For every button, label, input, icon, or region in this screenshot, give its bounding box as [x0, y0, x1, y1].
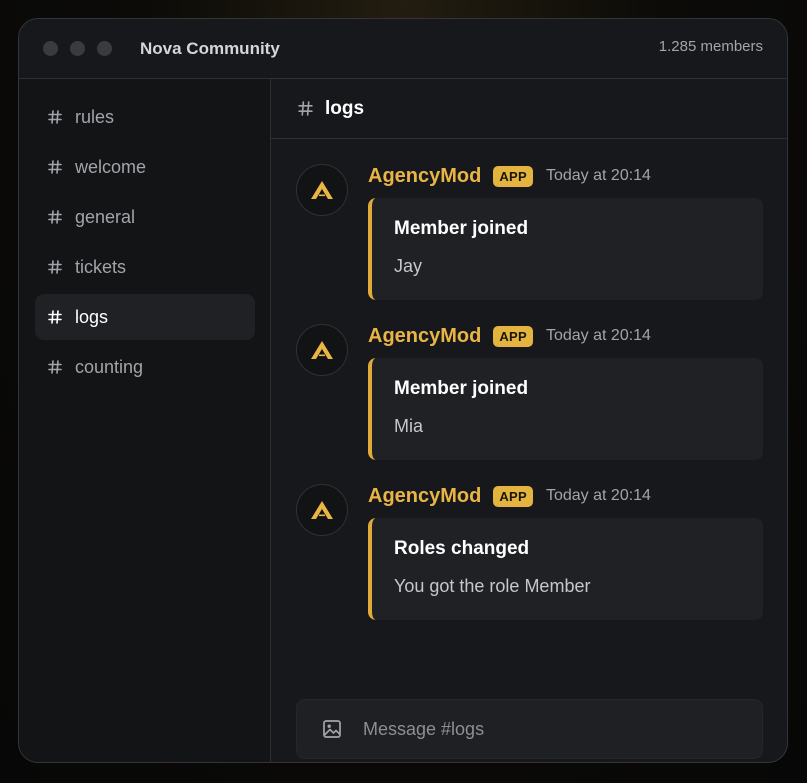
hash-icon — [298, 101, 313, 116]
maximize-window-button[interactable] — [97, 41, 112, 56]
embed-title: Member joined — [394, 218, 529, 239]
message-composer — [296, 699, 763, 759]
window-controls — [43, 41, 112, 56]
app-badge: APP — [493, 325, 533, 347]
app-badge: APP — [493, 485, 533, 507]
avatar[interactable] — [296, 324, 348, 376]
embed-description: You got the role Member — [394, 576, 591, 596]
sidebar-item-label: rules — [75, 106, 115, 127]
sidebar-item-logs[interactable]: logs — [35, 294, 255, 340]
message-meta: AgencyMod APP Today at 20:14 — [368, 320, 651, 352]
log-embed: Roles changed You got the role Member — [368, 518, 763, 620]
image-icon[interactable] — [321, 718, 343, 740]
sidebar-item-label: counting — [75, 356, 144, 377]
sidebar-item-general[interactable]: general — [35, 194, 255, 240]
sidebar-item-label: general — [75, 206, 136, 227]
sidebar-item-label: welcome — [75, 156, 147, 177]
author-name[interactable]: AgencyMod — [368, 485, 481, 508]
log-embed: Member joined Jay — [368, 198, 763, 300]
minimize-window-button[interactable] — [70, 41, 85, 56]
avatar[interactable] — [296, 484, 348, 536]
channel-header: logs — [271, 79, 787, 139]
message-input[interactable] — [363, 709, 762, 749]
message-meta: AgencyMod APP Today at 20:14 — [368, 160, 651, 192]
channel-view: logs AgencyMod APP Today at 20:14 Member… — [271, 79, 787, 762]
agency-logo-icon — [311, 341, 333, 359]
embed-title: Member joined — [394, 378, 529, 399]
log-embed: Member joined Mia — [368, 358, 763, 460]
agency-logo-icon — [311, 501, 333, 519]
timestamp: Today at 20:14 — [545, 327, 651, 344]
sidebar-item-welcome[interactable]: welcome — [35, 144, 255, 190]
close-window-button[interactable] — [43, 41, 58, 56]
sidebar-item-label: logs — [75, 306, 109, 327]
sidebar-item-tickets[interactable]: tickets — [35, 244, 255, 290]
channel-sidebar: rules welcome general tickets logs count… — [19, 79, 271, 762]
app-window: Nova Community 1.285 members rules welco… — [18, 18, 788, 763]
hash-icon — [48, 160, 62, 174]
author-name[interactable]: AgencyMod — [368, 325, 481, 348]
hash-icon — [48, 260, 62, 274]
channel-title: logs — [325, 97, 365, 119]
title-bar: Nova Community 1.285 members — [19, 19, 787, 79]
hash-icon — [48, 310, 62, 324]
hash-icon — [48, 110, 62, 124]
app-badge: APP — [493, 165, 533, 187]
timestamp: Today at 20:14 — [545, 167, 651, 184]
agency-logo-icon — [311, 181, 333, 199]
timestamp: Today at 20:14 — [545, 487, 651, 504]
hash-icon — [48, 360, 62, 374]
avatar[interactable] — [296, 164, 348, 216]
hash-icon — [48, 210, 62, 224]
embed-description: Jay — [394, 256, 423, 276]
embed-title: Roles changed — [394, 538, 530, 559]
message-meta: AgencyMod APP Today at 20:14 — [368, 480, 651, 512]
sidebar-item-counting[interactable]: counting — [35, 344, 255, 390]
embed-description: Mia — [394, 416, 424, 436]
author-name[interactable]: AgencyMod — [368, 165, 481, 188]
member-count[interactable]: 1.285 members — [659, 38, 763, 55]
sidebar-item-rules[interactable]: rules — [35, 94, 255, 140]
server-title: Nova Community — [140, 38, 280, 58]
sidebar-item-label: tickets — [75, 256, 127, 277]
